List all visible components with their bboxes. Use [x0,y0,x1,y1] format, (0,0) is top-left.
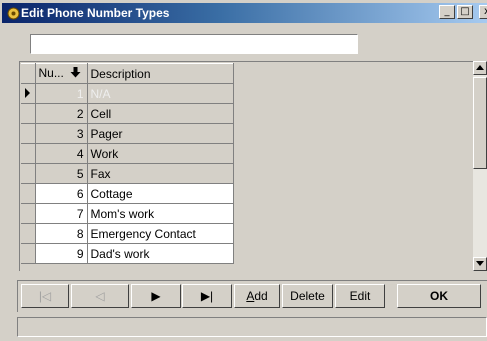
cell-number[interactable]: 1 [35,83,88,104]
cell-description[interactable]: Cottage [87,183,234,204]
row-indicator [21,243,36,264]
cell-description[interactable]: Cell [87,103,234,124]
cell-description[interactable]: Emergency Contact [87,223,234,244]
column-header-description[interactable]: Description [87,63,234,84]
phone-types-grid: Nu... Description 1 N/A 2 Cell 3 Pager 4… [19,61,487,271]
minimize-button[interactable]: _ [439,5,455,19]
status-bar [17,317,487,337]
table-row[interactable]: 4 Work [21,143,234,164]
previous-record-icon: ◁ [95,289,105,303]
row-indicator [21,203,36,224]
cell-number[interactable]: 9 [35,243,88,264]
first-record-icon: |◁ [38,289,52,303]
cell-description[interactable]: Mom's work [87,203,234,224]
add-button-hotkey: A [246,289,255,303]
row-indicator [21,103,36,124]
table-row[interactable]: 5 Fax [21,163,234,184]
row-indicator [21,123,36,144]
cell-number[interactable]: 4 [35,143,88,164]
first-record-button[interactable]: |◁ [21,284,69,308]
cell-number[interactable]: 6 [35,183,88,204]
grid-vertical-scrollbar[interactable] [473,61,487,271]
cell-description[interactable]: Dad's work [87,243,234,264]
next-record-icon: ▶ [151,289,161,303]
delete-button[interactable]: Delete [282,284,333,308]
grid-header-row: Nu... Description [21,63,234,84]
cell-number[interactable]: 7 [35,203,88,224]
scroll-up-arrow-icon[interactable] [473,61,487,75]
cell-description[interactable]: Work [87,143,234,164]
cell-description[interactable]: Fax [87,163,234,184]
cell-number[interactable]: 3 [35,123,88,144]
row-indicator [21,163,36,184]
maximize-button[interactable]: □ [457,5,473,19]
scrollbar-thumb[interactable] [473,77,487,169]
add-button[interactable]: Add [234,284,280,308]
last-record-button[interactable]: ▶| [182,284,232,308]
next-record-button[interactable]: ▶ [131,284,181,308]
window-controls: _ □ x [439,5,487,19]
last-record-icon: ▶| [200,289,214,303]
cell-description[interactable]: N/A [87,83,234,104]
row-indicator [21,223,36,244]
title-bar-strip[interactable]: Edit Phone Number Types _ □ x [2,3,487,23]
sort-arrow-down-icon [70,66,81,81]
add-button-label: dd [254,289,268,303]
table-row[interactable]: 8 Emergency Contact [21,223,234,244]
phone-types-app-icon [6,6,20,20]
table-row[interactable]: 6 Cottage [21,183,234,204]
grid-table: Nu... Description 1 N/A 2 Cell 3 Pager 4… [21,63,234,264]
table-row[interactable]: 9 Dad's work [21,243,234,264]
column-header-number-label: Nu... [38,66,64,81]
table-row[interactable]: 2 Cell [21,103,234,124]
current-row-pointer-icon [21,83,36,104]
edit-phone-number-types-window: Edit Phone Number Types _ □ x Nu... Desc… [0,0,487,341]
scroll-down-arrow-icon[interactable] [473,257,487,271]
cell-number[interactable]: 5 [35,163,88,184]
search-input[interactable] [30,34,358,54]
table-row[interactable]: 1 N/A [21,83,234,104]
row-indicator-header [21,63,36,84]
close-button[interactable]: x [479,5,487,19]
table-row[interactable]: 3 Pager [21,123,234,144]
previous-record-button[interactable]: ◁ [71,284,129,308]
row-indicator [21,183,36,204]
title-bar: Edit Phone Number Types _ □ x [0,0,487,26]
ok-button[interactable]: OK [397,284,481,308]
edit-button[interactable]: Edit [335,284,385,308]
cell-number[interactable]: 8 [35,223,88,244]
window-title: Edit Phone Number Types [21,6,170,20]
cell-number[interactable]: 2 [35,103,88,124]
row-indicator [21,143,36,164]
cell-description[interactable]: Pager [87,123,234,144]
navigation-toolbar: |◁ ◁ ▶ ▶| Add Delete Edit OK [17,280,487,312]
table-row[interactable]: 7 Mom's work [21,203,234,224]
column-header-number[interactable]: Nu... [35,63,88,84]
